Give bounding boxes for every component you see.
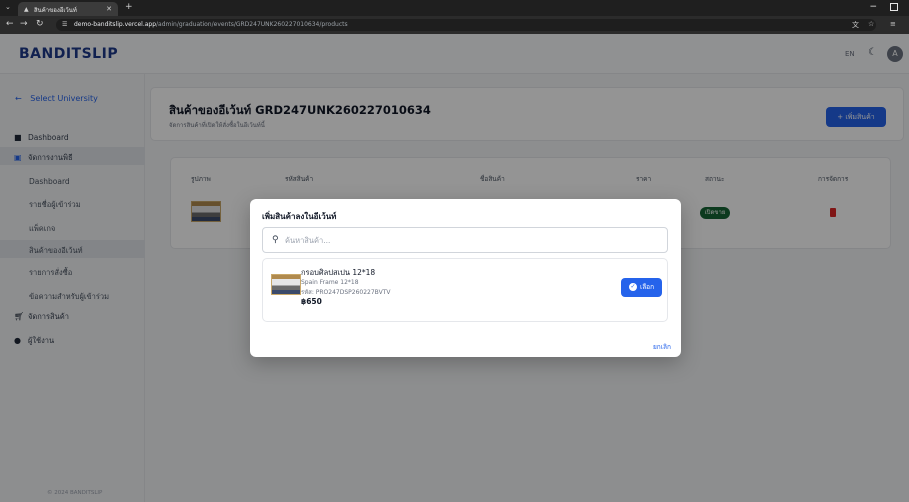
product-result-name: กรอบศิลปสเปน 12*18 <box>301 268 376 277</box>
product-result-thumbnail <box>271 274 301 295</box>
select-product-button[interactable]: ✓ เลือก <box>621 278 662 297</box>
minimize-window-button[interactable]: − <box>869 2 877 12</box>
product-result-price: ฿650 <box>301 297 322 306</box>
browser-tab-title: สินค้าของอีเว้นท์ <box>34 7 77 14</box>
search-icon: ⚲ <box>272 235 279 245</box>
browser-menu-icon[interactable]: ≡ <box>890 20 896 28</box>
add-product-modal: เพิ่มสินค้าลงในอีเว้นท์ ⚲ กรอบศิลปสเปน 1… <box>250 199 681 357</box>
product-result-code: รหัส: PRO247DSP260227BVTV <box>301 289 391 296</box>
tab-search-icon[interactable]: ⌄ <box>5 3 11 11</box>
check-circle-icon: ✓ <box>628 283 637 291</box>
forward-arrow-icon[interactable]: → <box>20 19 28 29</box>
cancel-button[interactable]: ยกเลิก <box>653 342 671 352</box>
close-tab-icon[interactable]: ✕ <box>106 5 112 13</box>
url-field[interactable]: ☰ demo-banditslip.vercel.app/admin/gradu… <box>56 19 876 31</box>
product-search-input[interactable] <box>285 232 655 249</box>
bookmark-star-icon[interactable]: ☆ <box>868 20 874 28</box>
maximize-window-button[interactable] <box>890 3 898 11</box>
back-arrow-icon[interactable]: ← <box>6 19 14 29</box>
modal-title: เพิ่มสินค้าลงในอีเว้นท์ <box>262 212 337 221</box>
favicon-icon: ▲ <box>24 6 29 13</box>
browser-tab[interactable]: ▲ สินค้าของอีเว้นท์ ✕ <box>18 2 118 16</box>
browser-tab-bar: ⌄ ▲ สินค้าของอีเว้นท์ ✕ + − <box>0 0 909 16</box>
site-settings-icon[interactable]: ☰ <box>62 21 67 28</box>
new-tab-button[interactable]: + <box>125 2 133 12</box>
browser-address-bar: ← → ↻ ☰ demo-banditslip.vercel.app/admin… <box>0 16 909 34</box>
reload-icon[interactable]: ↻ <box>36 19 44 29</box>
select-button-label: เลือก <box>639 283 655 291</box>
url-site: demo-banditslip.vercel.app <box>74 21 157 28</box>
url-path: /admin/graduation/events/GRD247UNK260227… <box>156 21 348 28</box>
product-result-name-en: Spain Frame 12*18 <box>301 279 359 286</box>
product-result-item: กรอบศิลปสเปน 12*18 Spain Frame 12*18 รหั… <box>262 258 668 322</box>
product-search-box: ⚲ <box>262 227 668 253</box>
translate-icon[interactable]: 文 <box>852 20 859 30</box>
